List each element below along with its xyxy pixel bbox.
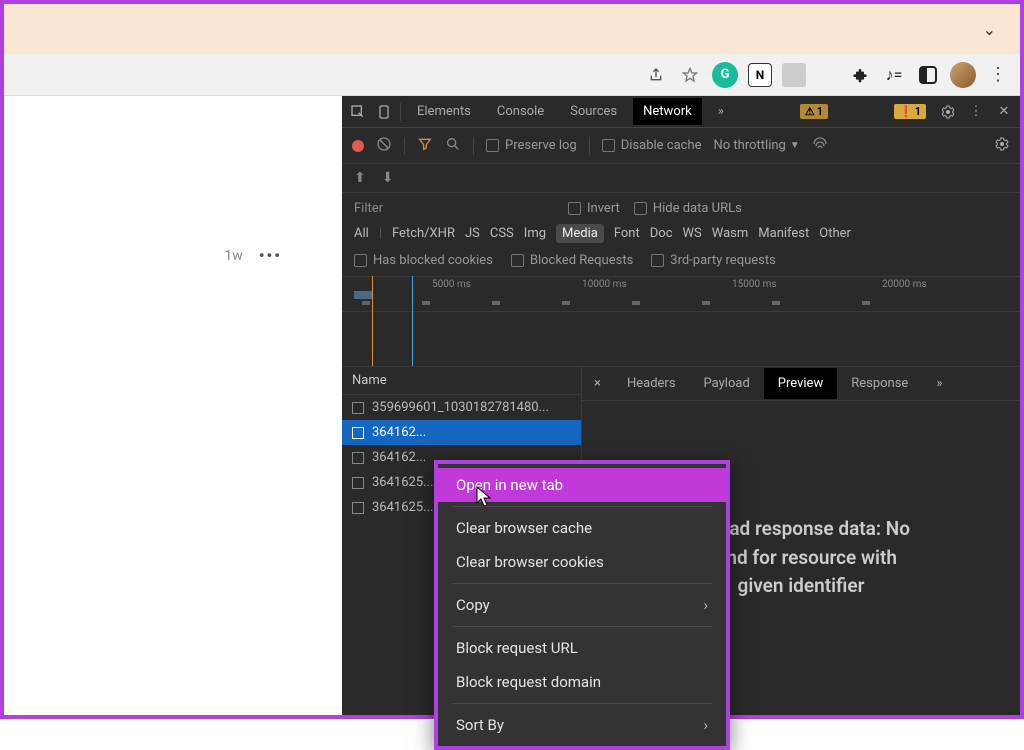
close-devtools-icon[interactable]: ✕	[994, 102, 1014, 122]
filter-icon[interactable]	[417, 136, 433, 156]
throttling-select[interactable]: No throttling▼	[714, 138, 800, 153]
star-icon[interactable]	[678, 63, 702, 87]
detail-tab-headers[interactable]: Headers	[613, 368, 690, 399]
more-options-icon[interactable]: •••	[259, 246, 282, 265]
chevron-down-icon[interactable]: ⌄	[983, 20, 996, 39]
tab-sources[interactable]: Sources	[560, 98, 627, 125]
filter-all[interactable]: All	[354, 226, 369, 241]
hide-data-urls-checkbox[interactable]: Hide data URLs	[634, 201, 742, 216]
detail-tab-payload[interactable]: Payload	[690, 368, 764, 399]
tab-elements[interactable]: Elements	[407, 98, 481, 125]
search-icon[interactable]	[445, 136, 461, 156]
filter-ws[interactable]: WS	[683, 226, 702, 241]
settings-gear-icon[interactable]	[938, 102, 958, 122]
timeline-tick: 10000 ms	[582, 279, 627, 290]
timeline-tick: 15000 ms	[732, 279, 777, 290]
inspect-icon[interactable]	[348, 102, 368, 122]
disable-cache-checkbox[interactable]: Disable cache	[602, 138, 702, 153]
filter-font[interactable]: Font	[614, 226, 640, 241]
has-blocked-cookies-checkbox[interactable]: Has blocked cookies	[354, 253, 493, 268]
extension-gray-icon[interactable]	[782, 63, 806, 87]
clear-icon[interactable]	[376, 136, 392, 156]
page-content-area: 1w •••	[4, 96, 342, 715]
type-filter-row: All | Fetch/XHR JS CSS Img Media Font Do…	[342, 220, 1020, 249]
filter-js[interactable]: JS	[465, 226, 480, 241]
preserve-log-checkbox[interactable]: Preserve log	[486, 138, 577, 153]
filter-manifest[interactable]: Manifest	[758, 226, 809, 241]
tabs-overflow-icon[interactable]: »	[708, 98, 734, 125]
notification-bar: ⌄	[4, 4, 1020, 54]
detail-tab-preview[interactable]: Preview	[764, 368, 837, 399]
filter-fetch[interactable]: Fetch/XHR	[392, 226, 455, 241]
devtools-tabbar: Elements Console Sources Network » ⚠1 ❗1…	[342, 96, 1020, 128]
network-conditions-icon[interactable]	[812, 136, 828, 156]
share-icon[interactable]	[644, 63, 668, 87]
sidebar-toggle-icon[interactable]	[916, 63, 940, 87]
timeline-tick: 5000 ms	[432, 279, 471, 290]
network-toolbar: Preserve log Disable cache No throttling…	[342, 128, 1020, 164]
filter-other[interactable]: Other	[819, 226, 851, 241]
network-timeline[interactable]: 5000 ms 10000 ms 15000 ms 20000 ms	[342, 276, 1020, 312]
error-badge[interactable]: ❗1	[894, 104, 926, 119]
ctx-sort-by[interactable]: Sort By›	[438, 708, 726, 742]
profile-avatar[interactable]	[950, 62, 976, 88]
ctx-copy[interactable]: Copy›	[438, 588, 726, 622]
invert-checkbox[interactable]: Invert	[568, 201, 620, 216]
warning-badge[interactable]: ⚠1	[800, 104, 828, 119]
extension-notion-icon[interactable]: N	[748, 63, 772, 87]
blocked-requests-checkbox[interactable]: Blocked Requests	[511, 253, 633, 268]
request-list-header[interactable]: Name	[342, 367, 581, 395]
filter-media[interactable]: Media	[556, 224, 604, 243]
ctx-clear-cookies[interactable]: Clear browser cookies	[438, 545, 726, 579]
ctx-block-url[interactable]: Block request URL	[438, 631, 726, 665]
ctx-block-domain[interactable]: Block request domain	[438, 665, 726, 699]
upload-icon[interactable]: ⬆	[354, 170, 366, 186]
devtools-menu-icon[interactable]: ⋮	[966, 102, 986, 122]
import-export-bar: ⬆ ⬇	[342, 164, 1020, 193]
request-row[interactable]: 359699601_1030182781480...	[342, 395, 581, 420]
filter-wasm[interactable]: Wasm	[712, 226, 749, 241]
tab-network[interactable]: Network	[633, 98, 702, 125]
chevron-right-icon: ›	[703, 596, 708, 614]
filter-doc[interactable]: Doc	[650, 226, 673, 241]
browser-toolbar: G N ♪= ⋮	[4, 54, 1020, 96]
extension-music-icon[interactable]: ♪=	[882, 63, 906, 87]
extensions-icon[interactable]	[848, 63, 872, 87]
extension-colorbox-icon[interactable]	[816, 64, 838, 86]
request-row[interactable]: 364162...	[342, 420, 581, 445]
filter-input[interactable]: Filter	[354, 201, 554, 216]
filter-img[interactable]: Img	[524, 226, 546, 241]
device-toggle-icon[interactable]	[374, 102, 394, 122]
timeline-tick: 20000 ms	[882, 279, 927, 290]
browser-menu-icon[interactable]: ⋮	[986, 63, 1010, 87]
extension-grammarly-icon[interactable]: G	[712, 62, 738, 88]
filter-css[interactable]: CSS	[490, 226, 514, 241]
ctx-open-new-tab[interactable]: Open in new tab	[438, 468, 726, 502]
close-detail-icon[interactable]: ×	[582, 376, 613, 391]
detail-tab-response[interactable]: Response	[837, 368, 922, 399]
download-icon[interactable]: ⬇	[382, 170, 394, 186]
third-party-checkbox[interactable]: 3rd-party requests	[651, 253, 776, 268]
record-button[interactable]	[352, 140, 364, 152]
network-settings-icon[interactable]	[994, 136, 1010, 156]
context-menu: Open in new tab Clear browser cache Clea…	[434, 460, 730, 750]
tab-console[interactable]: Console	[487, 98, 554, 125]
ctx-clear-cache[interactable]: Clear browser cache	[438, 511, 726, 545]
detail-tabs-overflow-icon[interactable]: »	[922, 368, 956, 399]
timestamp-label: 1w	[224, 248, 242, 264]
